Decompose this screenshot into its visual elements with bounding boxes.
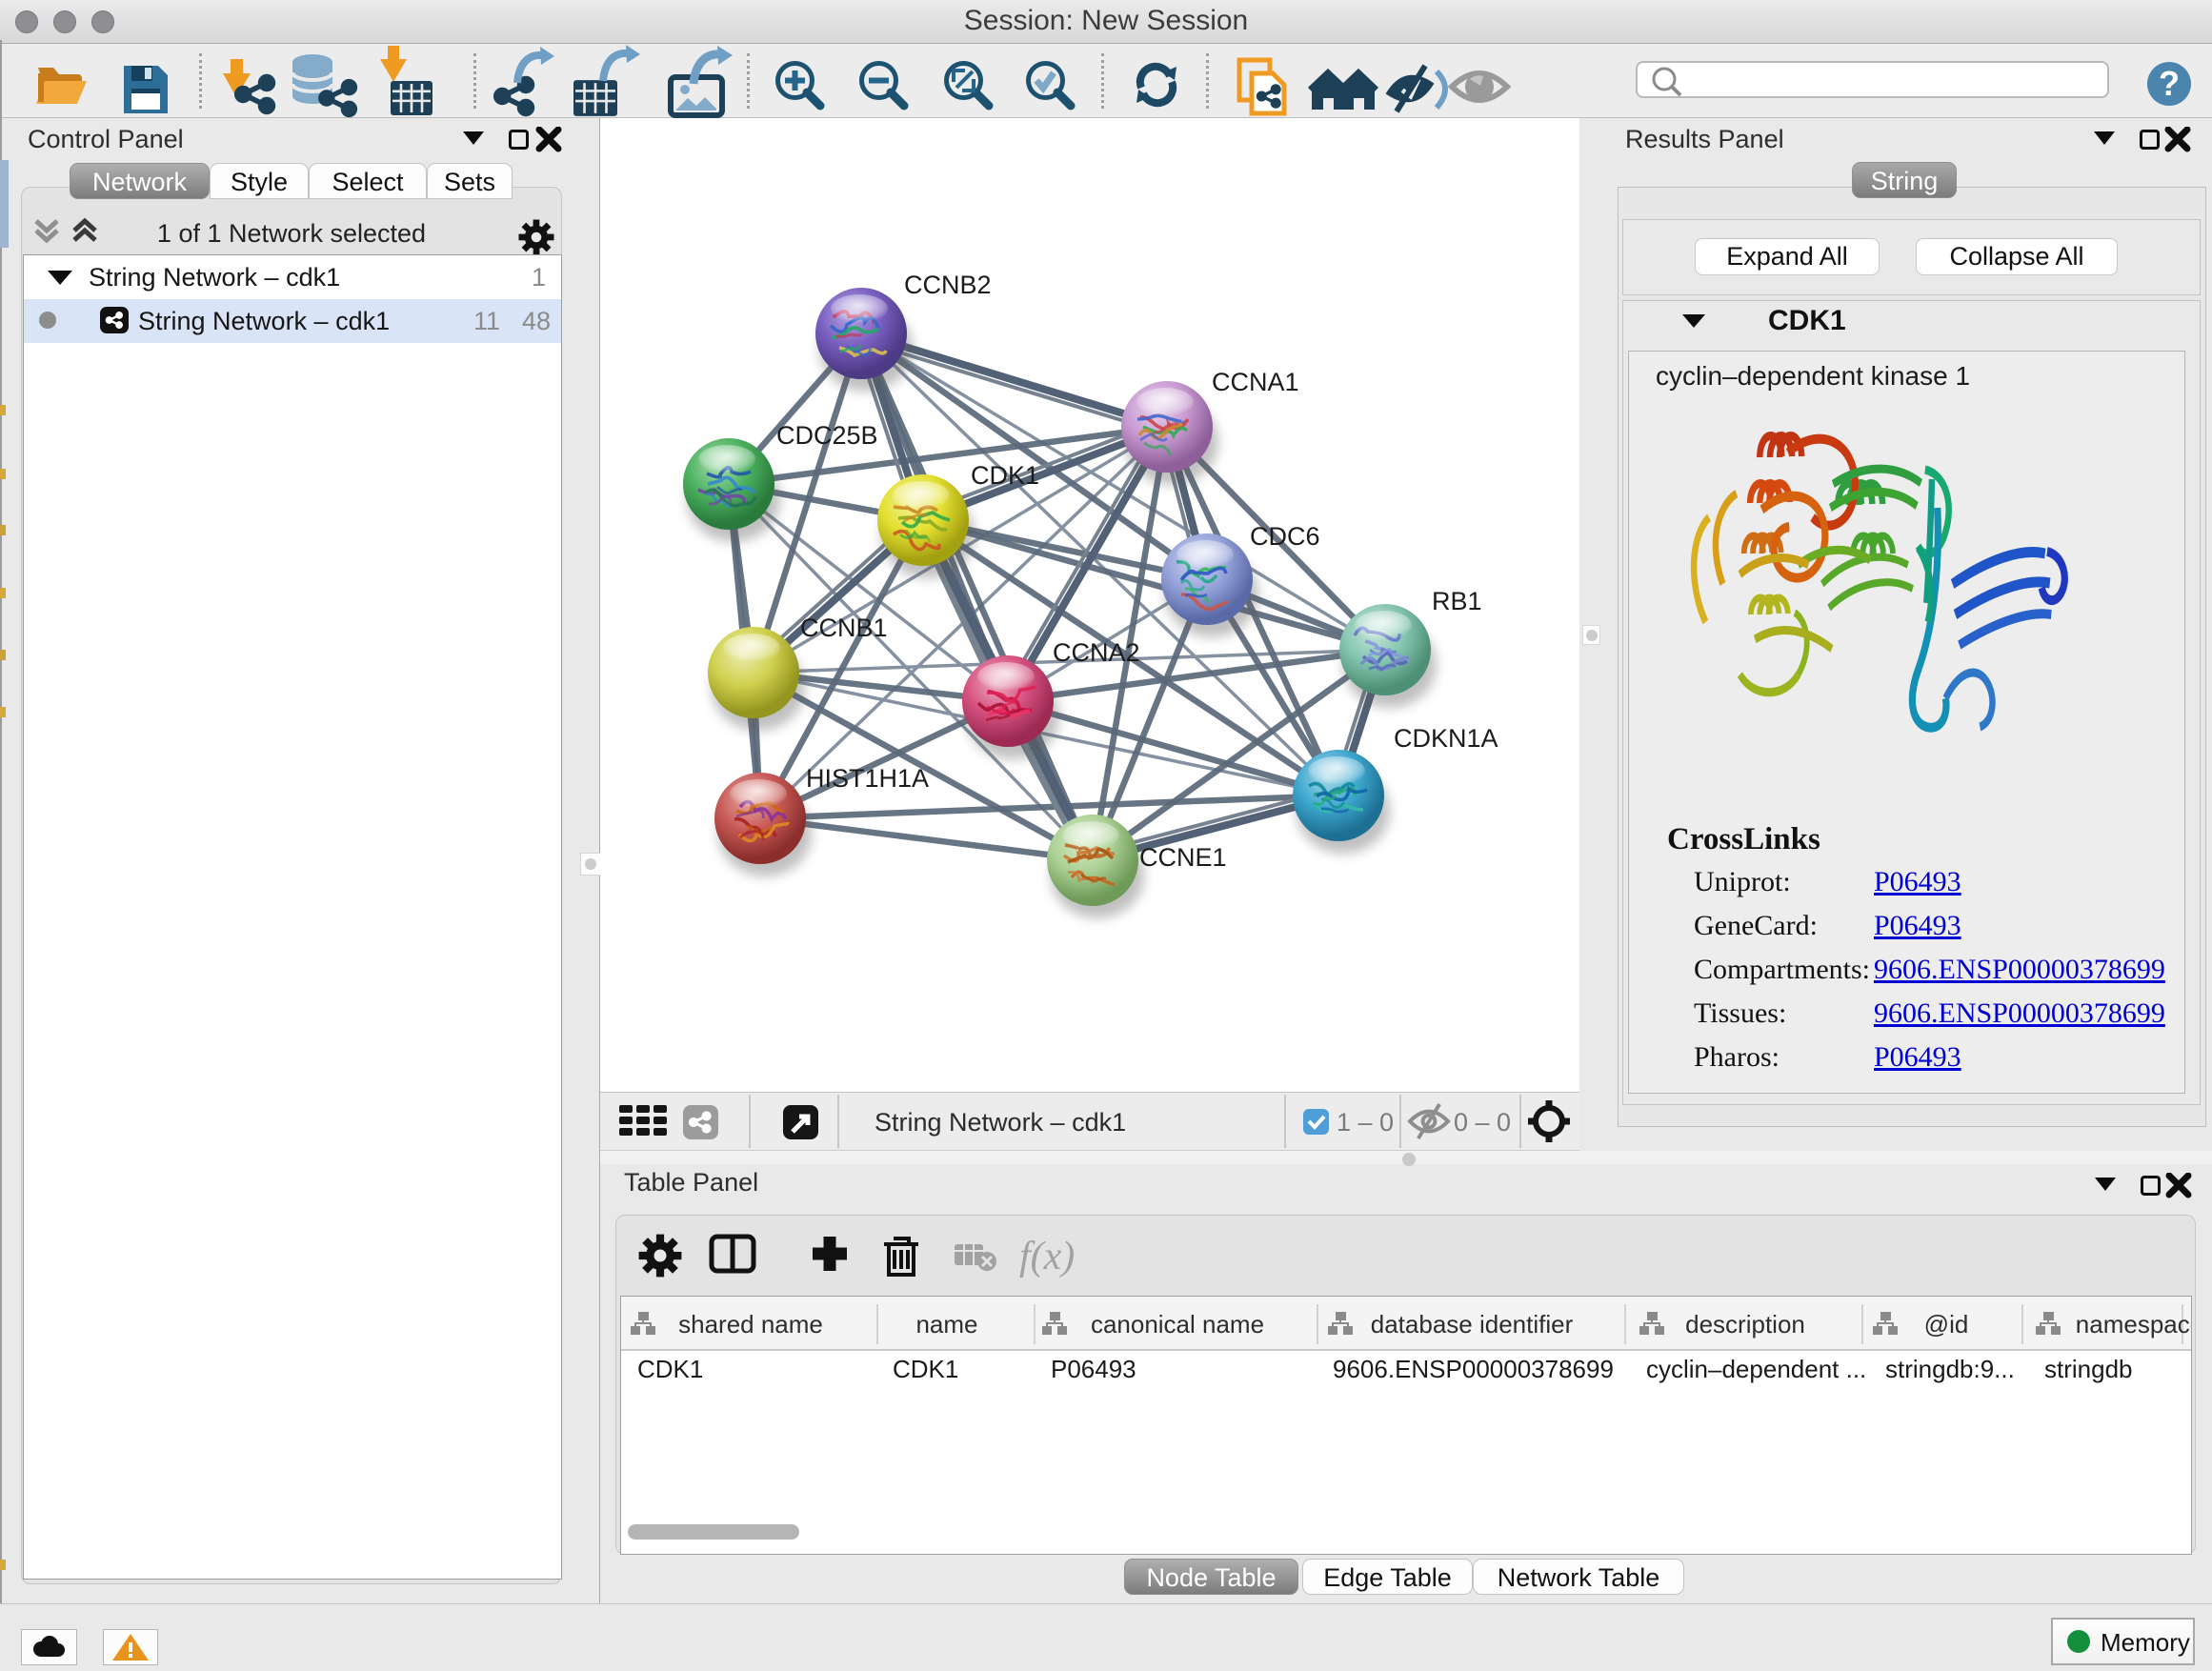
svg-text:HIST1H1A: HIST1H1A — [806, 764, 929, 793]
svg-text:CDKN1A: CDKN1A — [1394, 724, 1498, 753]
svg-text:1 – 0: 1 – 0 — [1337, 1108, 1394, 1137]
svg-text:CCNA1: CCNA1 — [1212, 368, 1299, 396]
svg-text:@id: @id — [1924, 1310, 1969, 1339]
svg-text:canonical name: canonical name — [1091, 1310, 1264, 1339]
svg-text:CCNA2: CCNA2 — [1053, 638, 1140, 667]
svg-text:description: description — [1685, 1310, 1805, 1339]
svg-text:CDK1: CDK1 — [971, 461, 1039, 490]
svg-text:CCNE1: CCNE1 — [1139, 843, 1227, 872]
svg-text:namespace: namespace — [2076, 1310, 2192, 1339]
svg-text:database identifier: database identifier — [1371, 1310, 1574, 1339]
svg-text:String Network – cdk1: String Network – cdk1 — [875, 1108, 1126, 1137]
svg-text:RB1: RB1 — [1432, 587, 1482, 615]
svg-text:shared name: shared name — [678, 1310, 823, 1339]
svg-text:?: ? — [2159, 64, 2180, 103]
svg-text:f(x): f(x) — [1019, 1235, 1075, 1278]
svg-text:CDC6: CDC6 — [1250, 522, 1320, 551]
svg-text:CCNB2: CCNB2 — [904, 271, 992, 299]
svg-text:CCNB1: CCNB1 — [800, 614, 888, 642]
svg-text:CDC25B: CDC25B — [776, 421, 878, 450]
svg-text:0 – 0: 0 – 0 — [1454, 1108, 1511, 1137]
svg-text:name: name — [915, 1310, 977, 1339]
